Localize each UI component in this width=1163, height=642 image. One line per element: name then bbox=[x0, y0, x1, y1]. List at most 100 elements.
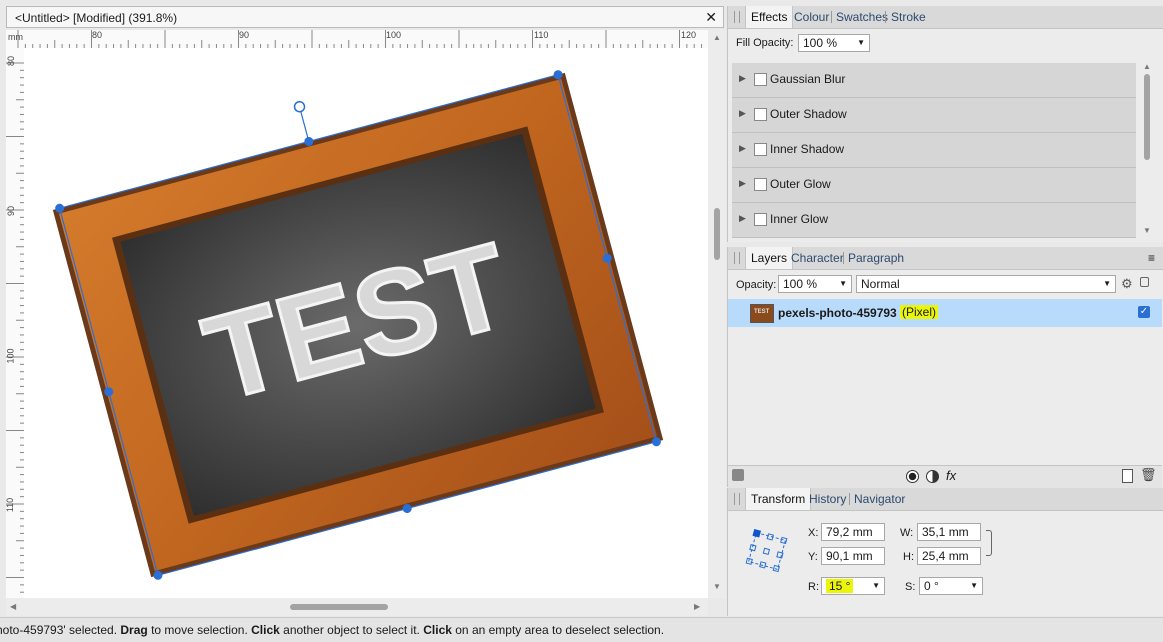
expand-icon[interactable]: ▶ bbox=[739, 143, 746, 154]
status-bold-drag: Drag bbox=[120, 623, 148, 637]
mask-icon[interactable] bbox=[906, 470, 919, 483]
link-aspect-icon[interactable] bbox=[986, 530, 992, 556]
panel-grip-icon[interactable] bbox=[734, 493, 740, 505]
tab-history[interactable]: History bbox=[804, 488, 851, 510]
y-field[interactable]: 90,1 mm bbox=[821, 547, 885, 565]
effect-outer-shadow[interactable]: ▶ Outer Shadow bbox=[732, 98, 1136, 133]
expand-icon[interactable]: ▶ bbox=[739, 178, 746, 189]
vertical-ruler[interactable]: 80 90 100 110 bbox=[6, 48, 25, 598]
canvas[interactable]: TEST bbox=[24, 48, 708, 598]
w-field[interactable]: 35,1 mm bbox=[917, 523, 981, 541]
h-field[interactable]: 25,4 mm bbox=[917, 547, 981, 565]
tab-colour[interactable]: Colour bbox=[789, 6, 834, 28]
x-label: X: bbox=[808, 527, 819, 539]
status-text-3: another object to select it. bbox=[279, 623, 424, 637]
panel-menu-icon[interactable]: ≡ bbox=[1148, 251, 1155, 265]
ruler-label-v100: 100 bbox=[6, 348, 16, 364]
tab-transform[interactable]: Transform bbox=[745, 488, 812, 510]
document-tab[interactable]: <Untitled> [Modified] (391.8%) ✕ bbox=[6, 6, 724, 28]
scroll-up-icon[interactable]: ▲ bbox=[1143, 62, 1151, 71]
scroll-up-icon[interactable]: ▲ bbox=[713, 33, 721, 42]
layer-visibility-checkbox[interactable]: ✓ bbox=[1138, 306, 1150, 318]
tab-character[interactable]: Character bbox=[786, 247, 849, 269]
effect-checkbox[interactable] bbox=[754, 108, 767, 121]
expand-icon[interactable]: ▶ bbox=[739, 73, 746, 84]
ruler-label-100: 100 bbox=[386, 30, 402, 40]
blend-mode-dropdown[interactable]: Normal ▼ bbox=[856, 275, 1116, 293]
chevron-down-icon: ▼ bbox=[1103, 279, 1111, 288]
add-layer-icon[interactable] bbox=[1122, 469, 1133, 483]
lock-icon[interactable] bbox=[1140, 277, 1149, 287]
vertical-scrollbar[interactable]: ▲ ▼ bbox=[708, 30, 726, 598]
ruler-label-v90: 90 bbox=[6, 205, 17, 217]
rotation-handle[interactable] bbox=[293, 100, 306, 113]
tab-navigator[interactable]: Navigator bbox=[849, 488, 910, 510]
chevron-down-icon: ▼ bbox=[839, 279, 847, 288]
x-value: 79,2 mm bbox=[826, 525, 873, 539]
trash-icon[interactable]: 🗑 bbox=[1140, 467, 1157, 483]
tab-swatches[interactable]: Swatches bbox=[831, 6, 893, 28]
ruler-label-v80: 80 bbox=[6, 55, 17, 67]
ruler-label-90: 90 bbox=[239, 30, 250, 40]
fill-opacity-label: Fill Opacity: bbox=[736, 37, 794, 49]
effects-panel-tabs: Effects Colour Swatches Stroke bbox=[728, 6, 1163, 29]
scroll-down-icon[interactable]: ▼ bbox=[713, 582, 721, 591]
effect-inner-glow[interactable]: ▶ Inner Glow bbox=[732, 203, 1136, 238]
adjustment-icon[interactable] bbox=[926, 470, 939, 483]
expand-icon[interactable]: ▶ bbox=[739, 108, 746, 119]
anchor-point-icon[interactable] bbox=[744, 528, 790, 574]
horizontal-scroll-thumb[interactable] bbox=[290, 604, 388, 610]
effect-outer-glow[interactable]: ▶ Outer Glow bbox=[732, 168, 1136, 203]
vertical-scroll-thumb[interactable] bbox=[714, 208, 720, 260]
horizontal-ruler[interactable]: mm 80 90 100 110 120 bbox=[6, 30, 708, 49]
y-value: 90,1 mm bbox=[826, 549, 873, 563]
layers-panel-tabs: Layers Character Paragraph ≡ bbox=[728, 247, 1163, 270]
chalkboard-photo[interactable]: TEST bbox=[52, 72, 664, 578]
scroll-down-icon[interactable]: ▼ bbox=[1143, 226, 1151, 235]
x-field[interactable]: 79,2 mm bbox=[821, 523, 885, 541]
layer-row[interactable]: TEST pexels-photo-459793 (Pixel) ✓ bbox=[728, 299, 1162, 327]
ruler-label-80: 80 bbox=[92, 30, 103, 40]
gear-icon[interactable]: ⚙ bbox=[1121, 276, 1133, 292]
fill-opacity-value: 100 % bbox=[803, 36, 838, 50]
w-label: W: bbox=[900, 527, 914, 539]
scroll-left-icon[interactable]: ◀ bbox=[10, 602, 16, 611]
effect-checkbox[interactable] bbox=[754, 178, 767, 191]
horizontal-scrollbar[interactable]: ◀ ▶ bbox=[6, 598, 708, 616]
layer-stack-icon[interactable] bbox=[732, 469, 744, 481]
fx-icon[interactable]: fx bbox=[946, 468, 956, 483]
close-document-icon[interactable]: ✕ bbox=[705, 9, 717, 26]
rotation-dropdown[interactable]: 15 ° ▼ bbox=[821, 577, 885, 595]
transform-panel: Transform History Navigator X: 79,2 mm Y… bbox=[727, 488, 1163, 616]
effects-scrollbar[interactable]: ▲ ▼ bbox=[1140, 60, 1154, 242]
y-label: Y: bbox=[808, 551, 818, 563]
shear-dropdown[interactable]: 0 ° ▼ bbox=[919, 577, 983, 595]
chevron-down-icon: ▼ bbox=[970, 581, 978, 590]
status-bar: hoto-459793' selected. Drag to move sele… bbox=[0, 617, 1163, 642]
effect-checkbox[interactable] bbox=[754, 143, 767, 156]
panel-grip-icon[interactable] bbox=[734, 252, 740, 264]
chevron-down-icon: ▼ bbox=[857, 38, 865, 47]
layers-panel: Layers Character Paragraph ≡ Opacity: 10… bbox=[727, 247, 1163, 488]
tab-effects[interactable]: Effects bbox=[745, 6, 794, 28]
effects-panel: Effects Colour Swatches Stroke Fill Opac… bbox=[727, 6, 1163, 242]
panel-grip-icon[interactable] bbox=[734, 11, 740, 23]
status-text-4: on an empty area to deselect selection. bbox=[451, 623, 665, 637]
effect-gaussian-blur[interactable]: ▶ Gaussian Blur bbox=[732, 63, 1136, 98]
effect-inner-shadow[interactable]: ▶ Inner Shadow bbox=[732, 133, 1136, 168]
chevron-down-icon: ▼ bbox=[872, 581, 880, 590]
effect-checkbox[interactable] bbox=[754, 213, 767, 226]
rotation-handle-line bbox=[299, 110, 310, 142]
tab-paragraph[interactable]: Paragraph bbox=[843, 247, 909, 269]
tab-stroke[interactable]: Stroke bbox=[886, 6, 931, 28]
effect-checkbox[interactable] bbox=[754, 73, 767, 86]
effects-scroll-thumb[interactable] bbox=[1144, 74, 1150, 160]
h-label: H: bbox=[903, 551, 914, 563]
ruler-unit: mm bbox=[8, 32, 23, 42]
scroll-right-icon[interactable]: ▶ bbox=[694, 602, 700, 611]
status-message: hoto-459793' selected. Drag to move sele… bbox=[0, 623, 664, 637]
canvas-artwork: TEST bbox=[52, 70, 664, 580]
expand-icon[interactable]: ▶ bbox=[739, 213, 746, 224]
opacity-dropdown[interactable]: 100 % ▼ bbox=[778, 275, 852, 293]
fill-opacity-dropdown[interactable]: 100 % ▼ bbox=[798, 34, 870, 52]
